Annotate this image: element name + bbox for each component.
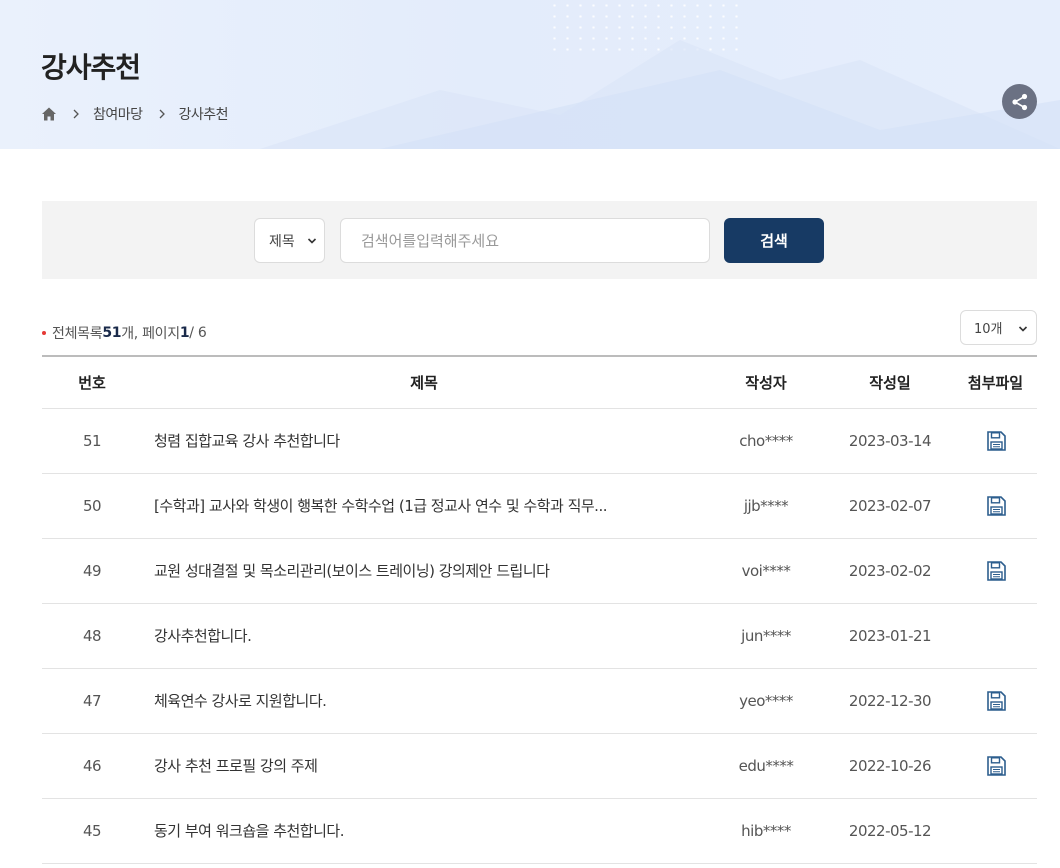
table-row[interactable]: 51 청렴 집합교육 강사 추천합니다 cho**** 2023-03-14 <box>42 408 1037 473</box>
save-file-icon[interactable] <box>985 755 1007 777</box>
save-file-icon[interactable] <box>985 690 1007 712</box>
breadcrumb: 참여마당 강사추천 <box>41 104 229 124</box>
share-button[interactable] <box>1002 84 1037 119</box>
table-row[interactable]: 45 동기 부여 워크숍을 추천합니다. hib**** 2022-05-12 <box>42 798 1037 863</box>
post-title-link[interactable]: 청렴 집합교육 강사 추천합니다 <box>142 408 706 473</box>
post-author: jun**** <box>741 626 791 645</box>
post-number: 46 <box>82 756 102 775</box>
attachment-cell <box>954 473 1037 538</box>
count-prefix: 전체목록 <box>52 326 103 342</box>
post-number: 49 <box>82 561 102 580</box>
bullet-icon <box>42 331 46 335</box>
total-count: 51 <box>102 325 122 341</box>
share-icon <box>1011 93 1027 110</box>
save-file-icon[interactable] <box>985 495 1007 517</box>
search-field-select-value: 제목 <box>269 233 295 250</box>
post-number: 45 <box>82 821 102 840</box>
post-number: 50 <box>82 496 102 515</box>
table-row[interactable]: 47 체육연수 강사로 지원합니다. yeo**** 2022-12-30 <box>42 668 1037 733</box>
attachment-cell <box>954 668 1037 733</box>
post-title-link[interactable]: 강사추천합니다. <box>142 603 706 668</box>
table-row[interactable]: 46 강사 추천 프로필 강의 주제 edu**** 2022-10-26 <box>42 733 1037 798</box>
post-date: 2022-10-26 <box>848 756 932 775</box>
post-author: cho**** <box>739 431 793 450</box>
post-author: yeo**** <box>739 691 793 710</box>
current-page: 1 <box>179 325 190 341</box>
post-author: jjb**** <box>743 496 789 515</box>
table-row[interactable]: 49 교원 성대결절 및 목소리관리(보이스 트레이닝) 강의제안 드립니다 voi… <box>42 538 1037 603</box>
table-header-row: 번호 제목 작성자 작성일 첨부파일 <box>42 356 1037 408</box>
post-number: 48 <box>82 626 102 645</box>
chevron-right-icon <box>73 109 79 119</box>
column-header-title: 제목 <box>410 373 438 392</box>
post-date: 2022-12-30 <box>848 691 932 710</box>
breadcrumb-item-participation[interactable]: 참여마당 <box>93 104 143 124</box>
post-title-link[interactable]: 동기 부여 워크숍을 추천합니다. <box>142 798 706 863</box>
per-page-select[interactable]: 10개 <box>960 310 1037 345</box>
breadcrumb-item-current[interactable]: 강사추천 <box>179 104 229 124</box>
column-header-no: 번호 <box>78 373 106 392</box>
attachment-cell <box>954 798 1037 863</box>
column-header-date: 작성일 <box>869 373 911 392</box>
chevron-right-icon <box>159 109 165 119</box>
post-title-link[interactable]: [수학과] 교사와 학생이 행복한 수학수업 (1급 정교사 연수 및 수학과 … <box>142 473 706 538</box>
table-row[interactable]: 50 [수학과] 교사와 학생이 행복한 수학수업 (1급 정교사 연수 및 수학… <box>42 473 1037 538</box>
home-icon[interactable] <box>41 106 57 122</box>
decorative-mountain-graphic <box>260 40 1060 149</box>
total-pages: / 6 <box>189 325 207 341</box>
post-title-link[interactable]: 교원 성대결절 및 목소리관리(보이스 트레이닝) 강의제안 드립니다 <box>142 538 706 603</box>
save-file-icon[interactable] <box>985 560 1007 582</box>
attachment-cell <box>954 603 1037 668</box>
count-unit: 개, 페이지 <box>121 326 180 342</box>
table-row[interactable]: 48 강사추천합니다. jun**** 2023-01-21 <box>42 603 1037 668</box>
attachment-cell <box>954 408 1037 473</box>
search-field-select[interactable]: 제목 <box>254 218 325 263</box>
post-title-link[interactable]: 체육연수 강사로 지원합니다. <box>142 668 706 733</box>
chevron-down-icon <box>307 238 317 244</box>
chevron-down-icon <box>1018 326 1028 332</box>
attachment-cell <box>954 538 1037 603</box>
board-table: 번호 제목 작성자 작성일 첨부파일 51 청렴 집합교육 강사 추천합니다 cho… <box>42 355 1037 864</box>
search-button[interactable]: 검색 <box>724 218 824 263</box>
column-header-attachment: 첨부파일 <box>967 373 1024 392</box>
post-date: 2022-05-12 <box>848 821 932 840</box>
column-header-author: 작성자 <box>745 373 787 392</box>
page-header-banner: 강사추천 참여마당 강사추천 <box>0 0 1060 149</box>
per-page-value: 10개 <box>974 322 1003 337</box>
post-number: 51 <box>82 431 102 450</box>
post-date: 2023-03-14 <box>848 431 932 450</box>
attachment-cell <box>954 733 1037 798</box>
post-date: 2023-02-02 <box>848 561 932 580</box>
list-count-info: 전체목록 51 개, 페이지 1 / 6 <box>42 323 207 343</box>
post-date: 2023-01-21 <box>848 626 932 645</box>
page-title: 강사추천 <box>41 51 141 84</box>
post-number: 47 <box>82 691 102 710</box>
post-title-link[interactable]: 강사 추천 프로필 강의 주제 <box>142 733 706 798</box>
post-author: edu**** <box>738 756 794 775</box>
post-date: 2023-02-07 <box>848 496 932 515</box>
save-file-icon[interactable] <box>985 430 1007 452</box>
search-input[interactable] <box>340 218 710 263</box>
post-author: voi**** <box>741 561 791 580</box>
post-author: hib**** <box>741 821 791 840</box>
